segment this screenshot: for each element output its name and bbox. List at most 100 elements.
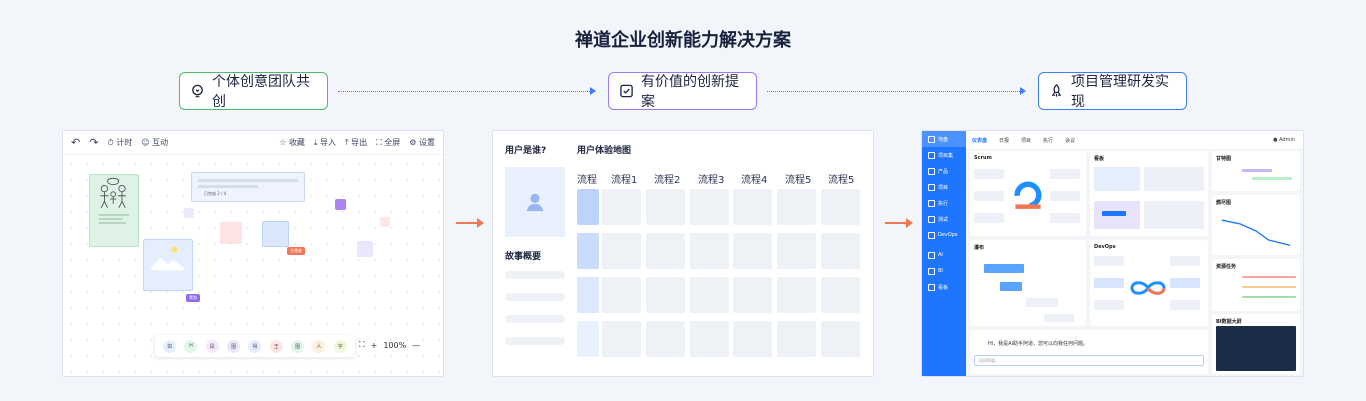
sidebar-item[interactable]: 地盘 [922,131,966,147]
timer-button[interactable]: ⏱ 计时 [107,137,132,148]
journey-cell[interactable] [602,233,641,269]
zoom-in-icon[interactable]: + [371,341,378,350]
top-tab[interactable]: 项目 [1021,137,1031,144]
sticker-chip[interactable]: 字 [333,339,347,353]
journey-stage-cell[interactable] [577,321,599,357]
journey-cell[interactable] [733,321,773,357]
journey-cell[interactable] [821,189,860,225]
sticker-chip[interactable]: 得 [248,339,262,353]
journey-cell[interactable] [689,233,729,269]
redo-icon[interactable]: ↷ [89,136,98,149]
flow-header: 流程4 [741,175,768,186]
sidebar-item[interactable]: 看板 [922,279,966,295]
journey-cell[interactable] [689,189,729,225]
step-label: 有价值的创新提案 [641,74,739,110]
landscape-image-card[interactable] [143,239,193,291]
journey-stage-cell[interactable] [577,233,599,269]
journey-cell[interactable] [821,233,860,269]
journey-cell[interactable] [689,277,729,313]
journey-cell[interactable] [733,189,773,225]
gantt-card[interactable]: 甘特图 [1212,151,1300,191]
fullscreen-button[interactable]: ⛶ 全屏 [376,137,400,148]
journey-cell[interactable] [645,277,685,313]
journey-cell[interactable] [602,321,641,357]
undo-icon[interactable]: ↶ [71,136,80,149]
ai-greeting: Hi，我是AI助手阿道，您可以向我任何问题。 [988,341,1089,347]
sticker-chip[interactable]: 图 [227,339,241,353]
interact-button[interactable]: ☺ 互动 [141,137,168,148]
sticky-note[interactable] [335,199,346,210]
journey-cell[interactable] [777,277,817,313]
export-button[interactable]: ⤒ 导出 [345,137,367,148]
journey-cell[interactable] [821,321,860,357]
journey-cell[interactable] [777,233,817,269]
user-avatar-icon [526,193,544,212]
sticker-chip[interactable]: 王 [269,339,283,353]
sidebar-item[interactable]: 测试 [922,211,966,227]
sidebar-item[interactable]: AI [922,247,966,263]
persona-avatar[interactable] [505,167,565,237]
journey-cell[interactable] [689,321,729,357]
journey-cell[interactable] [821,277,860,313]
devops-card[interactable]: DevOps [1090,240,1208,326]
journey-cell[interactable] [733,277,773,313]
settings-button[interactable]: ⚙ 设置 [409,137,435,148]
zoom-out-icon[interactable]: — [412,341,420,350]
journey-cell[interactable] [645,321,685,357]
sticker-chip[interactable]: 如 [163,339,177,353]
sticker-chip[interactable]: H [184,339,198,353]
persona-label: 用户是谁? [505,146,547,156]
progress-card[interactable]: 已完成 2 / 4 [191,172,305,202]
top-tab[interactable]: 会议 [1065,137,1075,144]
sidebar-item[interactable]: 产品 [922,163,966,179]
sidebar-item[interactable]: BI [922,263,966,279]
top-tab[interactable]: 仪表盘 [972,137,987,144]
sticker-toolbar: 如H段图得王图人字 [155,335,355,357]
sticker-chip[interactable]: 人 [312,339,326,353]
bi-screen-card[interactable]: BI数据大屏 [1212,314,1300,374]
waterfall-card[interactable]: 瀑布 [970,240,1086,326]
sidebar-item[interactable]: 项目 [922,179,966,195]
story-line [505,293,565,301]
proposal-doc-icon [620,84,633,98]
journey-cell[interactable] [733,233,773,269]
import-button[interactable]: ⤓ 导入 [314,137,336,148]
user-name[interactable]: ● Admin [1273,137,1295,143]
sticker-chip[interactable]: 图 [291,339,305,353]
sticky-note[interactable] [184,208,194,218]
top-tab[interactable]: 日报 [999,137,1009,144]
sticker-chip[interactable]: 段 [205,339,219,353]
scrum-card[interactable]: Scrum [970,151,1086,236]
ai-input[interactable]: 问问阿道... [974,355,1204,366]
scrum-cycle-icon [1014,181,1042,209]
sketch-people-card[interactable] [89,174,139,247]
flow-header: 流程5 [828,175,855,186]
arrow-right-icon [456,218,484,228]
lightbulb-icon [192,84,203,98]
journey-stage-cell[interactable] [577,277,599,313]
journey-stage-cell[interactable] [577,189,599,225]
journey-cell[interactable] [602,189,641,225]
burndown-card[interactable]: 燃尽图 [1212,195,1300,255]
sticky-note[interactable] [357,241,373,257]
sidebar-item[interactable]: 执行 [922,195,966,211]
journey-cell[interactable] [602,277,641,313]
image-placeholder-icon [151,246,184,271]
kanban-card[interactable]: 看板 [1090,151,1208,236]
collect-button[interactable]: ☆ 收藏 [279,137,305,148]
step-project-implementation: 项目管理研发实现 [1038,72,1187,110]
sidebar-item[interactable]: DevOps [922,227,966,243]
sticky-note[interactable] [380,217,390,227]
flow-connector [767,87,1026,95]
sidebar-item[interactable]: 项目集 [922,147,966,163]
fit-screen-icon[interactable]: ⛶ [359,340,365,350]
sticky-note[interactable] [220,222,242,244]
sticky-note[interactable] [262,221,289,247]
sidebar: 地盘 项目集 产品 项目 执行 测试 DevOps AI BI 看板 [922,131,966,376]
journey-cell[interactable] [777,321,817,357]
journey-cell[interactable] [645,233,685,269]
resource-task-card[interactable]: 资源任务 [1212,259,1300,311]
top-tab[interactable]: 执行 [1043,137,1053,144]
journey-cell[interactable] [645,189,685,225]
journey-cell[interactable] [777,189,817,225]
